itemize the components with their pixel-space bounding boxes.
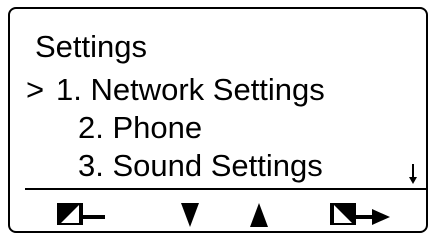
menu-item-label: 2. Phone <box>78 110 203 145</box>
screen-title: Settings <box>35 29 148 64</box>
enter-softkey[interactable] <box>330 203 390 225</box>
menu-item-sound-settings[interactable]: 3. Sound Settings <box>78 147 323 185</box>
menu-item-phone[interactable]: 2. Phone <box>78 109 202 147</box>
scroll-down-indicator-icon <box>409 164 417 184</box>
enter-icon <box>330 203 390 225</box>
scroll-down-softkey[interactable] <box>178 201 202 229</box>
menu-item-network-settings[interactable]: 1. Network Settings <box>56 71 325 109</box>
softkey-divider <box>25 188 426 190</box>
selection-cursor: > <box>26 72 45 107</box>
scroll-up-softkey[interactable] <box>247 201 271 229</box>
menu-item-label: 3. Sound Settings <box>78 148 323 183</box>
menu-item-label: 1. Network Settings <box>56 72 325 107</box>
back-softkey[interactable] <box>57 203 105 225</box>
lcd-screen: Settings > 1. Network Settings 2. Phone … <box>8 7 428 233</box>
up-triangle-icon <box>247 201 271 229</box>
back-icon <box>57 203 105 225</box>
down-triangle-icon <box>178 201 202 229</box>
